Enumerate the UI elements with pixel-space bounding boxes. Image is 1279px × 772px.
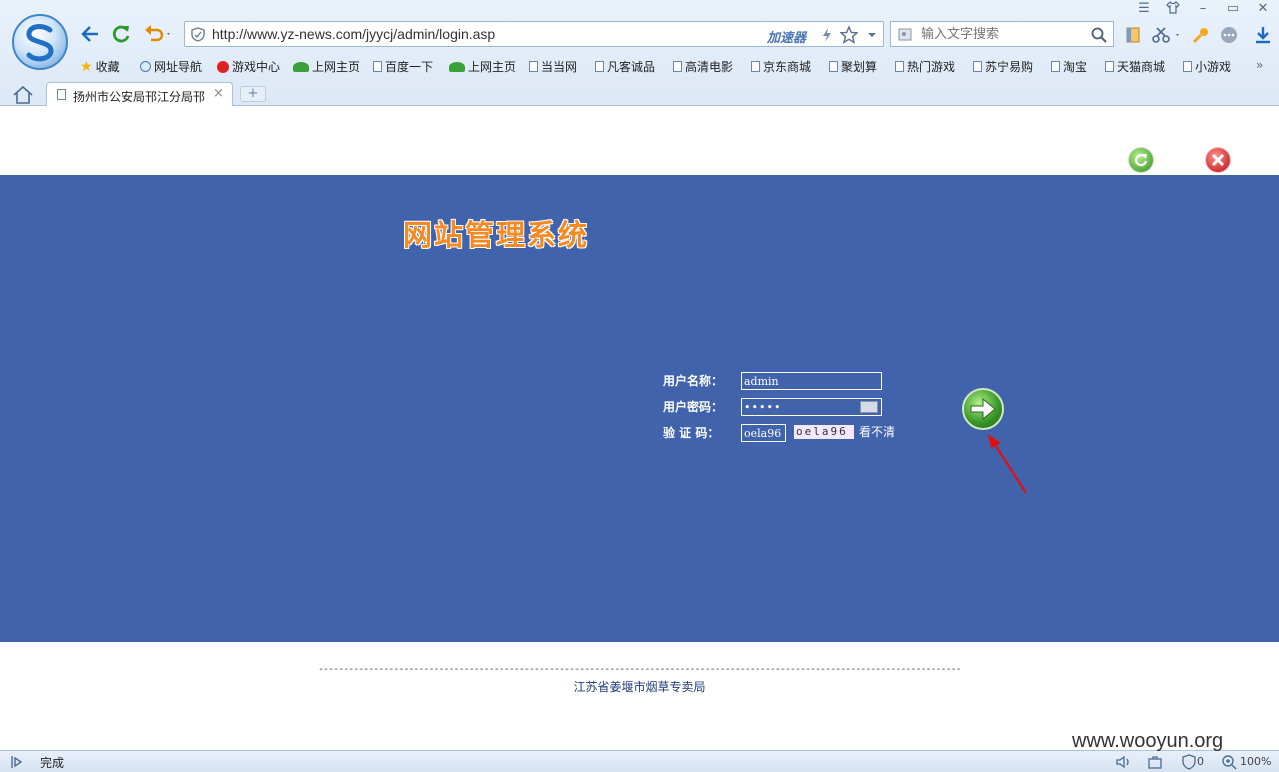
status-bar: 完成 0 100% [0,750,1279,772]
bookmark-game-center[interactable]: 游戏中心 [217,58,280,75]
search-engine-icon[interactable] [898,27,914,43]
back-button[interactable] [78,22,102,46]
zoom-icon[interactable] [1221,754,1237,770]
bookmark-hao-home-2[interactable]: 上网主页 [449,58,516,75]
menu-icon[interactable]: ☰ [1133,1,1155,17]
url-text[interactable]: http://www.yz-news.com/jyycj/admin/login… [212,26,495,42]
bookmark-mini-games[interactable]: 小游戏 [1183,58,1231,75]
close-window-button[interactable]: ✕ [1252,1,1274,17]
bookmark-vancl[interactable]: 凡客诚品 [595,58,655,75]
tab-active[interactable]: 扬州市公安局邗江分局邗 × [46,82,233,106]
sogou-logo-icon[interactable] [12,14,68,70]
search-input[interactable] [921,25,1081,43]
adblock-shield-icon[interactable] [1182,754,1196,770]
bookmark-suning[interactable]: 苏宁易购 [973,58,1033,75]
sidebar-expand-icon[interactable] [10,755,24,769]
search-box[interactable] [890,21,1114,47]
tab-close-icon[interactable]: × [213,86,224,101]
page-icon [1051,61,1060,72]
download-icon[interactable] [1252,24,1274,46]
key-icon[interactable] [1190,24,1212,46]
game-icon [217,60,229,73]
blocked-count: 0 [1197,755,1204,768]
bookmark-dangdang[interactable]: 当当网 [529,58,577,75]
login-submit-button[interactable] [962,388,1004,430]
hao-icon [293,61,309,72]
bookmark-juhuasuan[interactable]: 聚划算 [829,58,877,75]
home-button[interactable] [12,85,34,107]
undo-icon [145,25,170,42]
star-icon: ★ [80,58,93,75]
undo-close-button[interactable] [142,22,174,46]
zoom-level[interactable]: 100% [1240,755,1271,768]
site-title: 网站管理系统 [403,218,590,252]
annotation-arrow-icon [988,434,1027,494]
page-icon [1183,61,1192,72]
footer-divider: ----------------------------------------… [318,664,960,675]
new-tab-button[interactable]: + [240,86,266,102]
page-icon [1105,61,1114,72]
page-icon [751,61,760,72]
chat-bubble-icon[interactable] [1218,24,1240,46]
captcha-refresh-link[interactable]: 看不清 [859,423,895,440]
more-bookmarks-button[interactable]: » [1256,58,1263,72]
star-favorite-icon[interactable] [840,26,858,44]
hao-icon [449,61,465,72]
captcha-image[interactable]: oela96 [794,425,854,439]
accelerator-label[interactable]: 加速器 [767,27,806,46]
keyboard-icon[interactable] [860,401,878,413]
minimize-button[interactable]: – [1192,1,1214,17]
bookmarks-bar: ★ 收藏 网址导航 游戏中心 上网主页 百度一下 上网主页 当当网 凡客诚品 高清… [78,56,1278,76]
skin-shirt-icon[interactable] [1162,0,1184,17]
back-arrow-icon [81,26,98,42]
bookmark-jd[interactable]: 京东商城 [751,58,811,75]
bookmark-baidu[interactable]: 百度一下 [373,58,433,75]
volume-icon[interactable] [1115,755,1133,769]
browser-chrome: http://www.yz-news.com/jyycj/admin/login… [0,0,1279,106]
refresh-icon [112,25,130,43]
page-icon [529,61,538,72]
status-text: 完成 [40,756,65,770]
password-label: 用户密码： [663,400,724,414]
bookmark-favorites[interactable]: ★ 收藏 [80,58,120,75]
toolbox-icon[interactable] [1147,754,1163,770]
chevron-down-icon[interactable] [867,32,877,38]
bookmark-tmall[interactable]: 天猫商城 [1105,58,1165,75]
shield-icon [191,27,205,42]
login-banner [0,175,1279,642]
bookmark-site-nav[interactable]: 网址导航 [140,58,202,75]
bookmark-hd-movies[interactable]: 高清电影 [673,58,733,75]
page-icon [595,61,604,72]
refresh-button[interactable] [109,22,133,46]
globe-icon [140,61,151,72]
captcha-label: 验 证 码： [663,426,720,440]
address-bar[interactable]: http://www.yz-news.com/jyycj/admin/login… [184,21,884,47]
username-label: 用户名称： [663,374,724,388]
page-icon [57,89,66,100]
close-red-icon[interactable] [1205,147,1231,173]
tab-title: 扬州市公安局邗江分局邗 [73,90,205,104]
tab-strip: 扬州市公安局邗江分局邗 × + [0,82,1279,106]
page-icon [373,61,382,72]
arrow-right-icon [970,397,996,421]
sidebar-toggle-icon[interactable] [1122,24,1144,46]
page-icon [895,61,904,72]
page-icon [673,61,682,72]
page-top-area [0,107,1279,175]
home-icon [13,85,33,104]
lightning-icon[interactable] [821,27,833,43]
page-icon [973,61,982,72]
page-icon [829,61,838,72]
screenshot-scissors-icon[interactable] [1150,24,1184,46]
bookmark-taobao[interactable]: 淘宝 [1051,58,1087,75]
username-input[interactable] [741,372,882,390]
captcha-input[interactable] [741,424,786,442]
watermark-text: www.wooyun.org [1072,730,1224,752]
search-icon[interactable] [1091,27,1107,43]
refresh-green-icon[interactable] [1128,147,1154,173]
bookmark-hot-games[interactable]: 热门游戏 [895,58,955,75]
bookmark-hao-home-1[interactable]: 上网主页 [293,58,360,75]
footer-text: 江苏省姜堰市烟草专卖局 [573,680,706,694]
restore-button[interactable]: ▭ [1222,1,1244,17]
